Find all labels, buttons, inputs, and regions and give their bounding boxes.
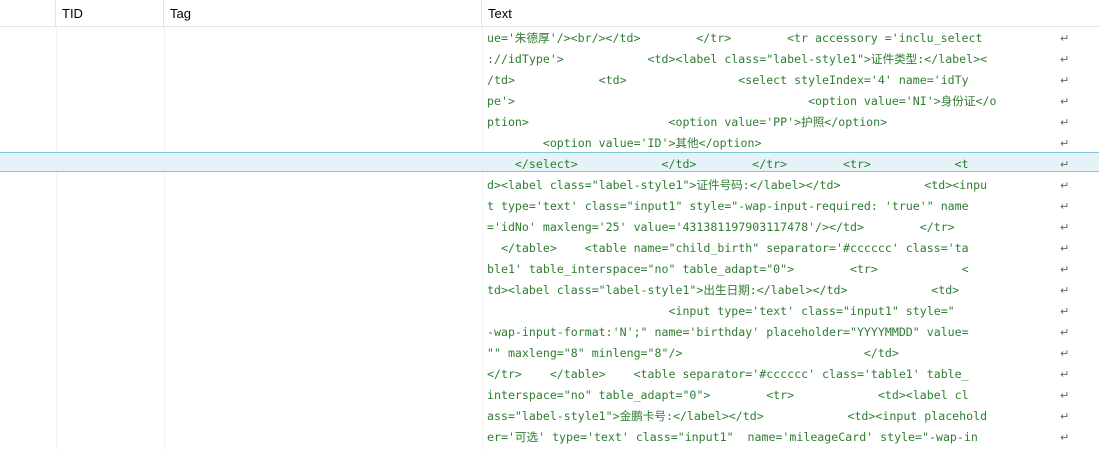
text-line: ass="label-style1">金鹏卡号:</label></td> <t… [487,409,988,423]
text-line: ='idNo' maxleng='25' value='431381197903… [487,220,955,234]
text-line: t type='text' class="input1" style="-wap… [487,199,969,213]
text-cell[interactable]: ue='朱德厚'/><br/></td> </tr> <tr accessory… [482,27,1099,449]
line-wrap-icon: ↵ [1060,389,1070,402]
line-wrap-icon: ↵ [1060,410,1070,423]
text-line: <option value='ID'>其他</option> [487,136,762,150]
column-header-row-marker[interactable] [0,0,56,27]
line-wrap-icon: ↵ [1060,431,1070,444]
line-wrap-icon: ↵ [1060,242,1070,255]
text-line: er='可选' type='text' class="input1" name=… [487,430,978,444]
text-line: ue='朱德厚'/><br/></td> </tr> <tr accessory… [487,31,983,45]
column-header-text[interactable]: Text [482,0,1099,27]
text-line: pe'> <option value='NI'>身份证</o [487,94,997,108]
line-wrap-icon: ↵ [1060,263,1070,276]
line-wrap-icon: ↵ [1060,74,1070,87]
line-wrap-icon: ↵ [1060,179,1070,192]
text-line: /td> <td> <select styleIndex='4' name='i… [487,73,969,87]
line-wrap-icon: ↵ [1060,347,1070,360]
column-divider [164,27,165,449]
line-wrap-icon: ↵ [1060,158,1070,171]
line-wrap-icon: ↵ [1060,305,1070,318]
line-wrap-icon: ↵ [1060,32,1070,45]
column-header-row: TID Tag Text [0,0,1099,27]
line-wrap-icon: ↵ [1060,284,1070,297]
text-line: "" maxleng="8" minleng="8"/> </td> [487,346,899,360]
text-line: <input type='text' class="input1" style=… [487,304,955,318]
line-wrap-icon: ↵ [1060,116,1070,129]
line-wrap-icon: ↵ [1060,326,1070,339]
text-line: d><label class="label-style1">证件号码:</lab… [487,178,988,192]
text-line: interspace="no" table_adapt="0"> <tr> <t… [487,388,969,402]
line-wrap-icon: ↵ [1060,95,1070,108]
text-line: </table> <table name="child_birth" separ… [487,241,969,255]
text-line: ption> <option value='PP'>护照</option> [487,115,888,129]
text-line: td><label class="label-style1">出生日期:</la… [487,283,960,297]
text-line: </tr> </table> <table separator='#cccccc… [487,367,969,381]
line-wrap-icon: ↵ [1060,368,1070,381]
text-line: ://idType'> <td><label class="label-styl… [487,52,988,66]
column-divider [56,27,57,449]
line-wrap-icon: ↵ [1060,200,1070,213]
line-wrap-icon: ↵ [1060,53,1070,66]
column-header-tag[interactable]: Tag [164,0,482,27]
line-wrap-icon: ↵ [1060,221,1070,234]
column-header-tid[interactable]: TID [56,0,164,27]
text-line: -wap-input-format:'N';" name='birthday' … [487,325,969,339]
line-wrap-icon: ↵ [1060,137,1070,150]
text-line: </select> </td> </tr> <tr> <t [487,157,969,171]
text-line: ble1' table_interspace="no" table_adapt=… [487,262,969,276]
